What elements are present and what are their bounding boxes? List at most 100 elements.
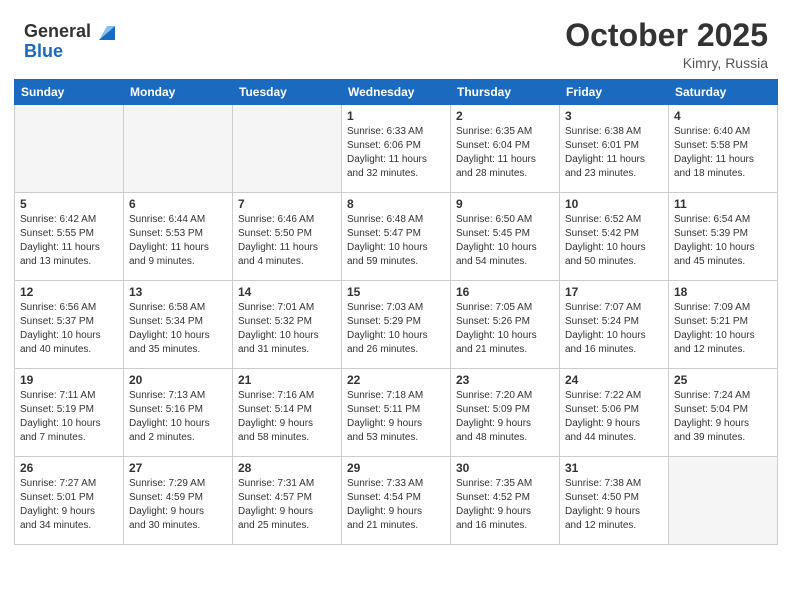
day-number: 13 [129, 285, 227, 299]
location: Kimry, Russia [565, 55, 768, 71]
day-info: Sunrise: 6:42 AMSunset: 5:55 PMDaylight:… [20, 213, 118, 269]
day-number: 6 [129, 197, 227, 211]
day-number: 29 [347, 461, 445, 475]
day-number: 26 [20, 461, 118, 475]
day-info: Sunrise: 6:46 AMSunset: 5:50 PMDaylight:… [238, 213, 336, 269]
day-info: Sunrise: 7:22 AMSunset: 5:06 PMDaylight:… [565, 389, 663, 445]
calendar-cell: 24 Sunrise: 7:22 AMSunset: 5:06 PMDayligh… [560, 369, 669, 457]
day-number: 24 [565, 373, 663, 387]
calendar-week-5: 26Sunrise: 7:27 AMSunset: 5:01 PMDayligh… [15, 457, 778, 545]
calendar-cell: 15 Sunrise: 7:03 AMSunset: 5:29 PMDayligh… [342, 281, 451, 369]
day-info: Sunrise: 7:07 AMSunset: 5:24 PMDaylight:… [565, 301, 663, 357]
calendar-cell [124, 105, 233, 193]
calendar-cell: 20Sunrise: 7:13 AMSunset: 5:16 PMDayligh… [124, 369, 233, 457]
day-info: Sunrise: 6:50 AMSunset: 5:45 PMDaylight:… [456, 213, 554, 269]
day-number: 15 [347, 285, 445, 299]
day-number: 27 [129, 461, 227, 475]
calendar-cell: 31Sunrise: 7:38 AMSunset: 4:50 PMDayligh… [560, 457, 669, 545]
day-number: 10 [565, 197, 663, 211]
calendar-week-2: 5Sunrise: 6:42 AMSunset: 5:55 PMDaylight… [15, 193, 778, 281]
calendar-cell: 13 Sunrise: 6:58 AMSunset: 5:34 PMDayligh… [124, 281, 233, 369]
day-number: 9 [456, 197, 554, 211]
calendar-week-3: 12Sunrise: 6:56 AMSunset: 5:37 PMDayligh… [15, 281, 778, 369]
day-info: Sunrise: 6:33 AMSunset: 6:06 PMDaylight:… [347, 125, 445, 181]
day-info: Sunrise: 7:31 AMSunset: 4:57 PMDaylight:… [238, 477, 336, 533]
day-info: Sunrise: 6:40 AMSunset: 5:58 PMDaylight:… [674, 125, 772, 181]
day-info: Sunrise: 6:48 AMSunset: 5:47 PMDaylight:… [347, 213, 445, 269]
calendar-cell: 1 Sunrise: 6:33 AMSunset: 6:06 PMDaylight… [342, 105, 451, 193]
day-number: 20 [129, 373, 227, 387]
day-number: 23 [456, 373, 554, 387]
calendar-cell: 19Sunrise: 7:11 AMSunset: 5:19 PMDayligh… [15, 369, 124, 457]
calendar-header-tuesday: Tuesday [233, 80, 342, 105]
day-number: 11 [674, 197, 772, 211]
logo-blue: Blue [24, 42, 63, 62]
calendar-cell: 25 Sunrise: 7:24 AMSunset: 5:04 PMDayligh… [669, 369, 778, 457]
day-info: Sunrise: 7:20 AMSunset: 5:09 PMDaylight:… [456, 389, 554, 445]
calendar-header-friday: Friday [560, 80, 669, 105]
day-info: Sunrise: 6:35 AMSunset: 6:04 PMDaylight:… [456, 125, 554, 181]
day-number: 16 [456, 285, 554, 299]
header: General Blue October 2025 Kimry, Russia [0, 0, 792, 79]
calendar-cell: 11 Sunrise: 6:54 AMSunset: 5:39 PMDayligh… [669, 193, 778, 281]
day-info: Sunrise: 6:58 AMSunset: 5:34 PMDaylight:… [129, 301, 227, 357]
day-number: 8 [347, 197, 445, 211]
calendar-header-wednesday: Wednesday [342, 80, 451, 105]
calendar-cell: 28 Sunrise: 7:31 AMSunset: 4:57 PMDayligh… [233, 457, 342, 545]
day-number: 30 [456, 461, 554, 475]
day-number: 2 [456, 109, 554, 123]
page: General Blue October 2025 Kimry, Russia … [0, 0, 792, 612]
calendar-cell: 16 Sunrise: 7:05 AMSunset: 5:26 PMDayligh… [451, 281, 560, 369]
calendar-header-sunday: Sunday [15, 80, 124, 105]
logo-general: General [24, 22, 91, 42]
day-info: Sunrise: 7:35 AMSunset: 4:52 PMDaylight:… [456, 477, 554, 533]
day-number: 14 [238, 285, 336, 299]
calendar-cell: 6 Sunrise: 6:44 AMSunset: 5:53 PMDaylight… [124, 193, 233, 281]
calendar-cell [669, 457, 778, 545]
day-number: 28 [238, 461, 336, 475]
calendar-cell: 17 Sunrise: 7:07 AMSunset: 5:24 PMDayligh… [560, 281, 669, 369]
calendar-cell: 22Sunrise: 7:18 AMSunset: 5:11 PMDayligh… [342, 369, 451, 457]
month-title: October 2025 [565, 18, 768, 53]
day-number: 31 [565, 461, 663, 475]
calendar-week-4: 19Sunrise: 7:11 AMSunset: 5:19 PMDayligh… [15, 369, 778, 457]
calendar-cell [233, 105, 342, 193]
day-number: 25 [674, 373, 772, 387]
calendar-header-monday: Monday [124, 80, 233, 105]
day-info: Sunrise: 6:56 AMSunset: 5:37 PMDaylight:… [20, 301, 118, 357]
calendar-cell: 26Sunrise: 7:27 AMSunset: 5:01 PMDayligh… [15, 457, 124, 545]
day-number: 18 [674, 285, 772, 299]
day-info: Sunrise: 7:03 AMSunset: 5:29 PMDaylight:… [347, 301, 445, 357]
calendar-table: SundayMondayTuesdayWednesdayThursdayFrid… [14, 79, 778, 545]
calendar-wrap: SundayMondayTuesdayWednesdayThursdayFrid… [0, 79, 792, 559]
calendar-cell: 5Sunrise: 6:42 AMSunset: 5:55 PMDaylight… [15, 193, 124, 281]
logo-icon [93, 18, 121, 46]
calendar-cell: 29Sunrise: 7:33 AMSunset: 4:54 PMDayligh… [342, 457, 451, 545]
calendar-cell: 10Sunrise: 6:52 AMSunset: 5:42 PMDayligh… [560, 193, 669, 281]
day-info: Sunrise: 7:11 AMSunset: 5:19 PMDaylight:… [20, 389, 118, 445]
day-info: Sunrise: 7:16 AMSunset: 5:14 PMDaylight:… [238, 389, 336, 445]
day-info: Sunrise: 7:24 AMSunset: 5:04 PMDaylight:… [674, 389, 772, 445]
calendar-cell: 9 Sunrise: 6:50 AMSunset: 5:45 PMDaylight… [451, 193, 560, 281]
calendar-cell: 7 Sunrise: 6:46 AMSunset: 5:50 PMDaylight… [233, 193, 342, 281]
calendar-cell: 23 Sunrise: 7:20 AMSunset: 5:09 PMDayligh… [451, 369, 560, 457]
day-info: Sunrise: 6:38 AMSunset: 6:01 PMDaylight:… [565, 125, 663, 181]
day-number: 21 [238, 373, 336, 387]
calendar-cell: 2 Sunrise: 6:35 AMSunset: 6:04 PMDaylight… [451, 105, 560, 193]
day-info: Sunrise: 6:44 AMSunset: 5:53 PMDaylight:… [129, 213, 227, 269]
calendar-cell: 18Sunrise: 7:09 AMSunset: 5:21 PMDayligh… [669, 281, 778, 369]
calendar-header-row: SundayMondayTuesdayWednesdayThursdayFrid… [15, 80, 778, 105]
calendar-header-thursday: Thursday [451, 80, 560, 105]
day-number: 1 [347, 109, 445, 123]
day-info: Sunrise: 7:05 AMSunset: 5:26 PMDaylight:… [456, 301, 554, 357]
calendar-cell: 30 Sunrise: 7:35 AMSunset: 4:52 PMDayligh… [451, 457, 560, 545]
day-number: 17 [565, 285, 663, 299]
calendar-cell: 14 Sunrise: 7:01 AMSunset: 5:32 PMDayligh… [233, 281, 342, 369]
day-info: Sunrise: 6:54 AMSunset: 5:39 PMDaylight:… [674, 213, 772, 269]
day-number: 7 [238, 197, 336, 211]
calendar-cell: 27 Sunrise: 7:29 AMSunset: 4:59 PMDayligh… [124, 457, 233, 545]
day-info: Sunrise: 7:29 AMSunset: 4:59 PMDaylight:… [129, 477, 227, 533]
day-number: 22 [347, 373, 445, 387]
day-info: Sunrise: 7:01 AMSunset: 5:32 PMDaylight:… [238, 301, 336, 357]
calendar-cell: 21 Sunrise: 7:16 AMSunset: 5:14 PMDayligh… [233, 369, 342, 457]
